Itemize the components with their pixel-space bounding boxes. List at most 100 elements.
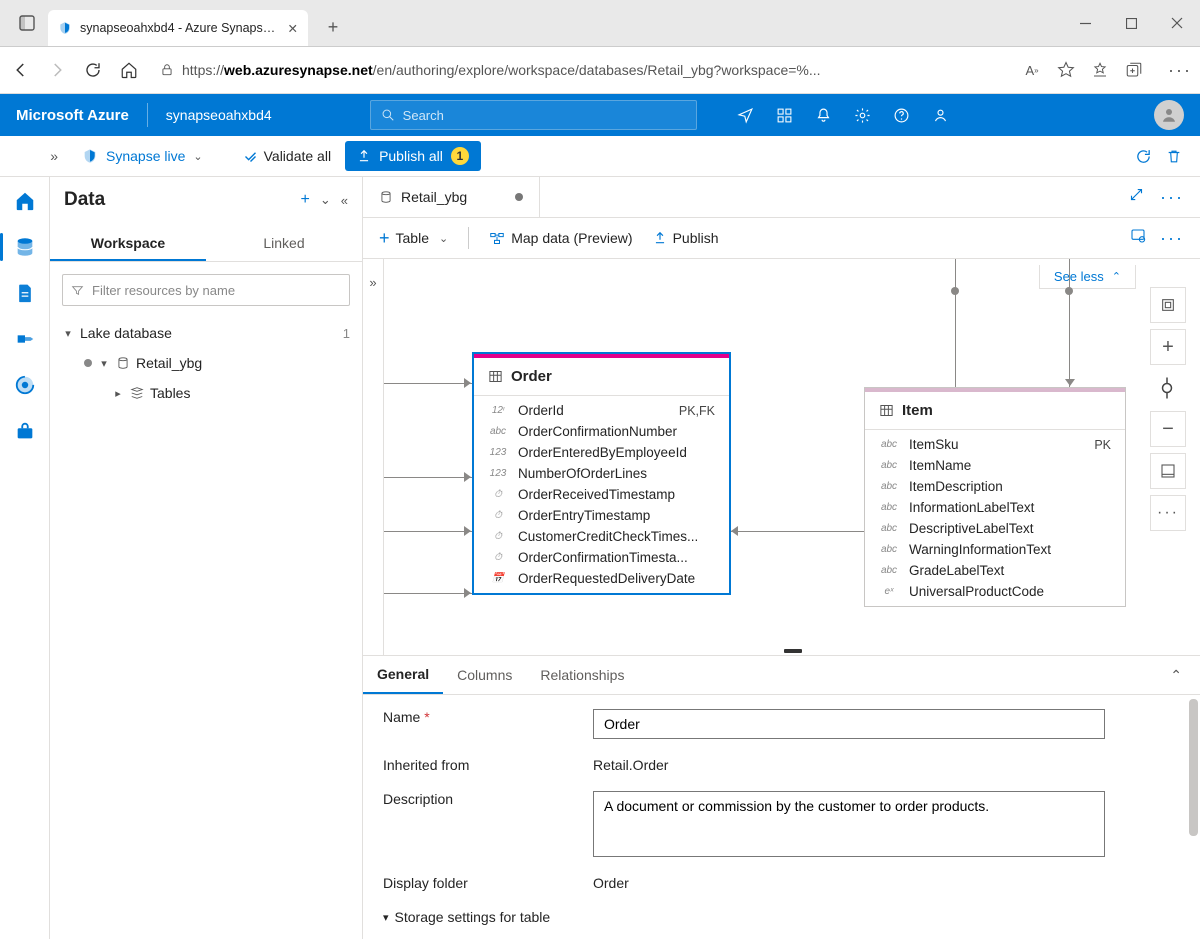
resize-handle[interactable] bbox=[784, 649, 802, 653]
validate-all[interactable]: Validate all bbox=[243, 148, 331, 164]
zoom-in-icon[interactable]: + bbox=[1150, 329, 1186, 365]
forward-button[interactable] bbox=[46, 59, 68, 81]
locate-icon[interactable] bbox=[1150, 371, 1184, 405]
column-row[interactable]: abcWarningInformationText bbox=[865, 539, 1125, 560]
props-tab-general[interactable]: General bbox=[363, 656, 443, 694]
canvas-expand-icon[interactable]: » bbox=[363, 259, 384, 655]
col-key: PK,FK bbox=[679, 404, 715, 418]
fit-icon[interactable] bbox=[1150, 287, 1186, 323]
column-row[interactable]: ⏱CustomerCreditCheckTimes... bbox=[474, 526, 729, 547]
refresh-icon[interactable] bbox=[1135, 148, 1152, 165]
window-close[interactable] bbox=[1154, 0, 1200, 46]
editor-more-icon[interactable]: ··· bbox=[1160, 187, 1184, 208]
back-button[interactable] bbox=[10, 59, 32, 81]
column-row[interactable]: abcGradeLabelText bbox=[865, 560, 1125, 581]
col-type-icon: abc bbox=[879, 502, 899, 513]
home-button[interactable] bbox=[118, 59, 140, 81]
column-row[interactable]: 📅OrderRequestedDeliveryDate bbox=[474, 568, 729, 589]
column-row[interactable]: ⏱OrderEntryTimestamp bbox=[474, 505, 729, 526]
rail-integrate[interactable] bbox=[7, 321, 43, 357]
refresh-button[interactable] bbox=[82, 59, 104, 81]
rail-home[interactable] bbox=[7, 183, 43, 219]
scrollbar[interactable] bbox=[1189, 699, 1198, 836]
tree-retail-db[interactable]: ▾ Retail_ybg bbox=[62, 348, 350, 378]
url-field[interactable]: https://web.azuresynapse.net/en/authorin… bbox=[154, 53, 1008, 87]
display-folder-label: Display folder bbox=[383, 875, 593, 891]
column-row[interactable]: 12ᶦOrderIdPK,FK bbox=[474, 400, 729, 421]
tab-workspace[interactable]: Workspace bbox=[50, 227, 206, 261]
delete-icon[interactable] bbox=[1166, 148, 1182, 165]
collapse-panel-icon[interactable]: « bbox=[341, 193, 348, 208]
column-row[interactable]: ⏱OrderConfirmationTimesta... bbox=[474, 547, 729, 568]
tab-actions-icon[interactable] bbox=[10, 6, 44, 40]
map-data[interactable]: Map data (Preview) bbox=[489, 230, 632, 246]
resources-icon[interactable] bbox=[776, 107, 793, 124]
avatar[interactable] bbox=[1154, 100, 1184, 130]
star-icon[interactable] bbox=[1056, 60, 1076, 80]
column-row[interactable]: ⏱OrderReceivedTimestamp bbox=[474, 484, 729, 505]
azure-brand[interactable]: Microsoft Azure bbox=[16, 107, 129, 124]
publish-editor[interactable]: Publish bbox=[653, 230, 719, 246]
tab-linked[interactable]: Linked bbox=[206, 227, 362, 261]
add-icon[interactable]: + bbox=[301, 191, 310, 209]
azure-header: Microsoft Azure synapseoahxbd4 Search bbox=[0, 94, 1200, 136]
publish-all-button[interactable]: Publish all 1 bbox=[345, 141, 481, 171]
rail-data[interactable] bbox=[7, 229, 43, 265]
help-icon[interactable] bbox=[893, 107, 910, 124]
tree-tables[interactable]: ▸ Tables bbox=[62, 378, 350, 408]
reader-icon[interactable]: A» bbox=[1022, 60, 1042, 80]
entity-order-title: Order bbox=[511, 368, 552, 385]
add-table[interactable]: + Table ⌄ bbox=[379, 228, 448, 249]
name-input[interactable] bbox=[593, 709, 1105, 739]
column-row[interactable]: abcItemDescription bbox=[865, 476, 1125, 497]
column-row[interactable]: abcItemName bbox=[865, 455, 1125, 476]
synapse-live[interactable]: Synapse live ⌄ bbox=[82, 148, 203, 164]
props-tab-columns[interactable]: Columns bbox=[443, 657, 526, 693]
expand-all-icon[interactable]: ⌄ bbox=[320, 192, 331, 208]
settings-editor-icon[interactable] bbox=[1130, 228, 1146, 249]
props-tab-relationships[interactable]: Relationships bbox=[526, 657, 638, 693]
editor-toolbar-more-icon[interactable]: ··· bbox=[1160, 228, 1184, 249]
column-row[interactable]: 123NumberOfOrderLines bbox=[474, 463, 729, 484]
window-minimize[interactable] bbox=[1062, 0, 1108, 46]
gear-icon[interactable] bbox=[854, 107, 871, 124]
expand-editor-icon[interactable] bbox=[1129, 187, 1144, 208]
column-row[interactable]: abcInformationLabelText bbox=[865, 497, 1125, 518]
storage-settings-header[interactable]: ▾ Storage settings for table bbox=[383, 909, 1180, 925]
column-row[interactable]: abcItemSkuPK bbox=[865, 434, 1125, 455]
entity-item[interactable]: Item abcItemSkuPKabcItemNameabcItemDescr… bbox=[864, 387, 1126, 607]
new-tab-button[interactable]: + bbox=[318, 12, 348, 42]
window-maximize[interactable] bbox=[1108, 0, 1154, 46]
more-icon[interactable]: ··· bbox=[1170, 60, 1190, 80]
feedback-icon[interactable] bbox=[932, 107, 949, 124]
send-icon[interactable] bbox=[737, 107, 754, 124]
column-row[interactable]: eˣUniversalProductCode bbox=[865, 581, 1125, 602]
browser-tab[interactable]: synapseoahxbd4 - Azure Synaps… ✕ bbox=[48, 10, 308, 46]
column-row[interactable]: abcOrderConfirmationNumber bbox=[474, 421, 729, 442]
col-type-icon: 12ᶦ bbox=[488, 405, 508, 416]
notifications-icon[interactable] bbox=[815, 107, 832, 124]
collections-icon[interactable] bbox=[1124, 60, 1144, 80]
editor-tab-retail[interactable]: Retail_ybg bbox=[363, 177, 540, 217]
see-less[interactable]: See less⌃ bbox=[1039, 265, 1136, 289]
zoom-out-icon[interactable]: − bbox=[1150, 411, 1186, 447]
global-search[interactable]: Search bbox=[370, 100, 697, 130]
filter-input[interactable]: Filter resources by name bbox=[62, 274, 350, 306]
description-input[interactable] bbox=[593, 791, 1105, 857]
expand-rail-icon[interactable]: » bbox=[16, 148, 58, 164]
favorites-icon[interactable] bbox=[1090, 60, 1110, 80]
workspace-name[interactable]: synapseoahxbd4 bbox=[166, 107, 272, 123]
rail-manage[interactable] bbox=[7, 413, 43, 449]
collapse-props-icon[interactable]: ⌃ bbox=[1170, 667, 1200, 684]
canvas[interactable]: See less⌃ + − ··· bbox=[384, 259, 1200, 655]
column-row[interactable]: abcDescriptiveLabelText bbox=[865, 518, 1125, 539]
editor-tabs: Retail_ybg ··· bbox=[363, 177, 1200, 218]
entity-order[interactable]: Order 12ᶦOrderIdPK,FKabcOrderConfirmatio… bbox=[472, 352, 731, 595]
rail-monitor[interactable] bbox=[7, 367, 43, 403]
tree-lake-database[interactable]: ▾ Lake database 1 bbox=[62, 318, 350, 348]
close-tab-icon[interactable]: ✕ bbox=[288, 21, 298, 36]
canvas-more-icon[interactable]: ··· bbox=[1150, 495, 1186, 531]
layout-icon[interactable] bbox=[1150, 453, 1186, 489]
column-row[interactable]: 123OrderEnteredByEmployeeId bbox=[474, 442, 729, 463]
rail-develop[interactable] bbox=[7, 275, 43, 311]
